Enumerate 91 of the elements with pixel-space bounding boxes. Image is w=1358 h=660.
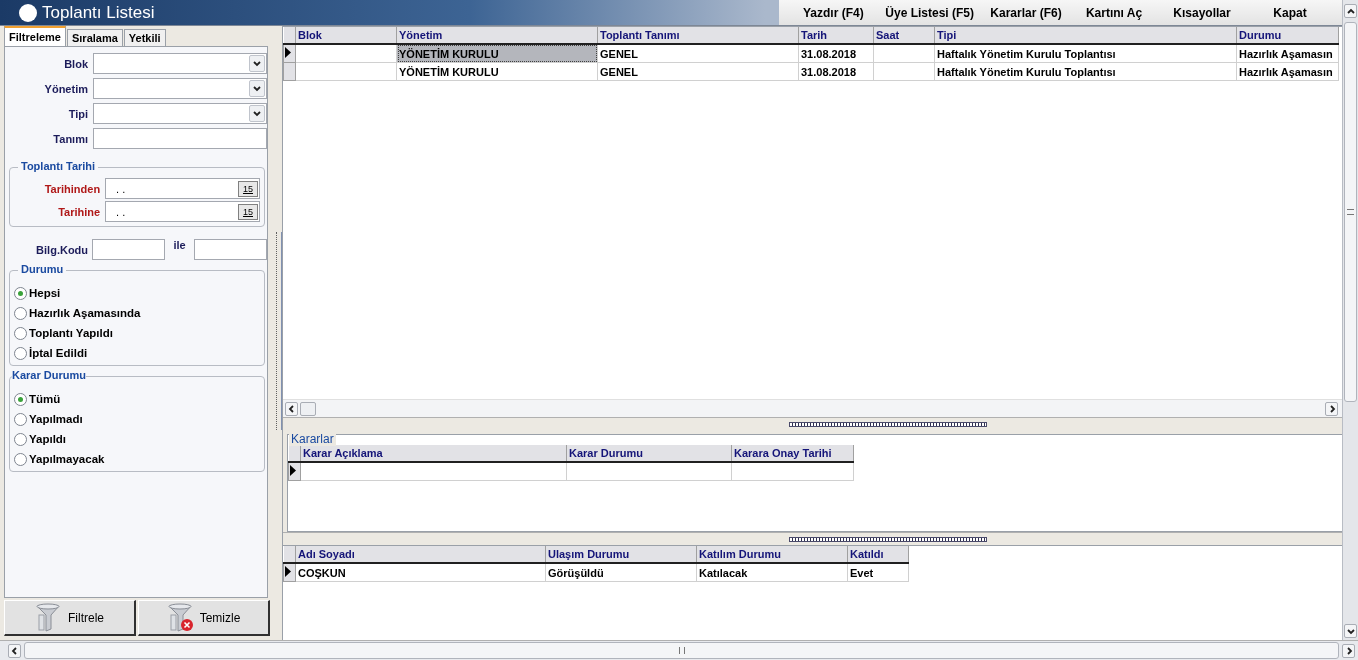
table-cell: Hazırlık Aşamasın xyxy=(1236,62,1339,81)
column-header[interactable]: Karar Durumu xyxy=(566,445,732,462)
radio-option[interactable]: Hazırlık Aşamasında xyxy=(14,305,260,321)
tab[interactable]: Yetkili xyxy=(123,29,166,46)
scroll-thumb[interactable] xyxy=(300,401,316,416)
column-header[interactable]: Karar Açıklama xyxy=(300,445,567,462)
dropdown-field[interactable] xyxy=(93,78,267,99)
table-cell: Haftalık Yönetim Kurulu Toplantısı xyxy=(934,62,1237,81)
dropdown-field[interactable] xyxy=(93,103,267,124)
chevron-down-icon xyxy=(252,84,262,93)
table-cell: GENEL xyxy=(597,62,799,81)
column-header[interactable]: Katıldı xyxy=(847,546,909,563)
field-label: Bilg.Kodu xyxy=(35,243,89,256)
group-title: Durumu xyxy=(18,263,67,275)
table-cell: COŞKUN xyxy=(295,563,546,582)
input-field[interactable] xyxy=(92,239,166,260)
splitter-handle[interactable] xyxy=(788,536,987,542)
column-header[interactable]: Katılım Durumu xyxy=(696,546,848,563)
filter-button[interactable]: Filtrele xyxy=(4,600,136,636)
triangle-right-icon xyxy=(289,465,297,476)
group-title: Karar Durumu xyxy=(12,369,86,381)
tab[interactable]: Sıralama xyxy=(66,29,123,46)
column-header[interactable]: Toplantı Tanımı xyxy=(597,27,799,44)
date-value: . . xyxy=(116,182,126,195)
date-field[interactable]: . . 15 xyxy=(105,201,260,222)
input-field[interactable] xyxy=(93,128,267,149)
table-cell: Görüşüldü xyxy=(545,563,697,582)
chevron-up-icon xyxy=(1345,6,1356,16)
circle-icon xyxy=(18,2,38,23)
clear-filter-icon xyxy=(166,603,194,632)
field-label: Yönetim xyxy=(43,82,88,95)
column-header[interactable]: Saat xyxy=(873,27,935,44)
radio-option[interactable]: Yapılmadı xyxy=(14,411,260,427)
field-label: Blok xyxy=(63,57,88,70)
horizontal-scrollbar[interactable] xyxy=(0,640,1358,660)
table-cell: Haftalık Yönetim Kurulu Toplantısı xyxy=(934,44,1237,63)
toolbar-button[interactable]: Kararlar (F6) xyxy=(982,0,1070,25)
table-cell: Katılacak xyxy=(696,563,848,582)
calendar-button[interactable]: 15 xyxy=(238,203,258,220)
column-header[interactable]: Adı Soyadı xyxy=(295,546,546,563)
calendar-button[interactable]: 15 xyxy=(238,180,258,197)
chevron-down-icon xyxy=(1345,626,1356,636)
radio-option[interactable]: Tümü xyxy=(14,391,260,407)
column-header[interactable]: Ulaşım Durumu xyxy=(545,546,697,563)
separator-label: ile xyxy=(172,239,187,251)
chevron-down-icon xyxy=(252,109,262,118)
toolbar-button[interactable]: Kısayollar xyxy=(1158,0,1246,25)
triangle-right-icon xyxy=(284,566,292,577)
chevron-left-icon xyxy=(9,646,20,655)
toolbar-button[interactable]: Kapat xyxy=(1246,0,1334,25)
column-header[interactable]: Tarih xyxy=(798,27,874,44)
column-header[interactable]: Durumu xyxy=(1236,27,1339,44)
toolbar-button[interactable]: Üye Listesi (F5) xyxy=(877,0,982,25)
window-title: Toplantı Listesi xyxy=(42,2,155,23)
column-header[interactable]: Karara Onay Tarihi xyxy=(731,445,854,462)
radio-option[interactable]: İptal Edildi xyxy=(14,345,260,361)
table-cell: YÖNETİM KURULU xyxy=(396,62,598,81)
date-field[interactable]: . . 15 xyxy=(105,178,260,199)
radio-option[interactable]: Yapıldı xyxy=(14,431,260,447)
filter-icon xyxy=(35,603,62,632)
scroll-thumb[interactable] xyxy=(1344,22,1357,402)
triangle-right-icon xyxy=(284,47,292,58)
radio-option[interactable]: Hepsi xyxy=(14,285,260,301)
vertical-scrollbar[interactable] xyxy=(1342,0,1358,640)
toolbar-button[interactable]: Kartını Aç xyxy=(1070,0,1158,25)
table-cell: Hazırlık Aşamasın xyxy=(1236,44,1339,63)
field-label: Tarihine xyxy=(57,205,101,218)
splitter-handle[interactable] xyxy=(788,421,987,427)
scroll-thumb[interactable] xyxy=(24,642,1339,659)
table-cell: 31.08.2018 xyxy=(798,62,874,81)
input-field[interactable] xyxy=(194,239,267,260)
dropdown-field[interactable] xyxy=(93,53,267,74)
radio-option[interactable]: Toplantı Yapıldı xyxy=(14,325,260,341)
group-title: Toplantı Tarihi xyxy=(18,160,99,172)
tab[interactable]: Filtreleme xyxy=(4,26,66,46)
field-label: Tarihinden xyxy=(43,182,101,195)
group-title: Kararlar xyxy=(289,432,336,446)
radio-option[interactable]: Yapılmayacak xyxy=(14,451,260,467)
field-label: Tanımı xyxy=(52,132,88,145)
date-value: . . xyxy=(116,205,126,218)
table-cell: Evet xyxy=(847,563,909,582)
column-header[interactable]: Tipi xyxy=(934,27,1237,44)
table-cell: 31.08.2018 xyxy=(798,44,874,63)
clear-button[interactable]: Temizle xyxy=(138,600,270,636)
column-header[interactable]: Yönetim xyxy=(396,27,598,44)
field-label: Tipi xyxy=(67,107,88,120)
toolbar-button[interactable]: Yazdır (F4) xyxy=(789,0,878,25)
column-header[interactable]: Blok xyxy=(295,27,397,44)
chevron-down-icon xyxy=(252,59,262,68)
table-cell: GENEL xyxy=(597,44,799,63)
chevron-left-icon xyxy=(286,404,297,413)
